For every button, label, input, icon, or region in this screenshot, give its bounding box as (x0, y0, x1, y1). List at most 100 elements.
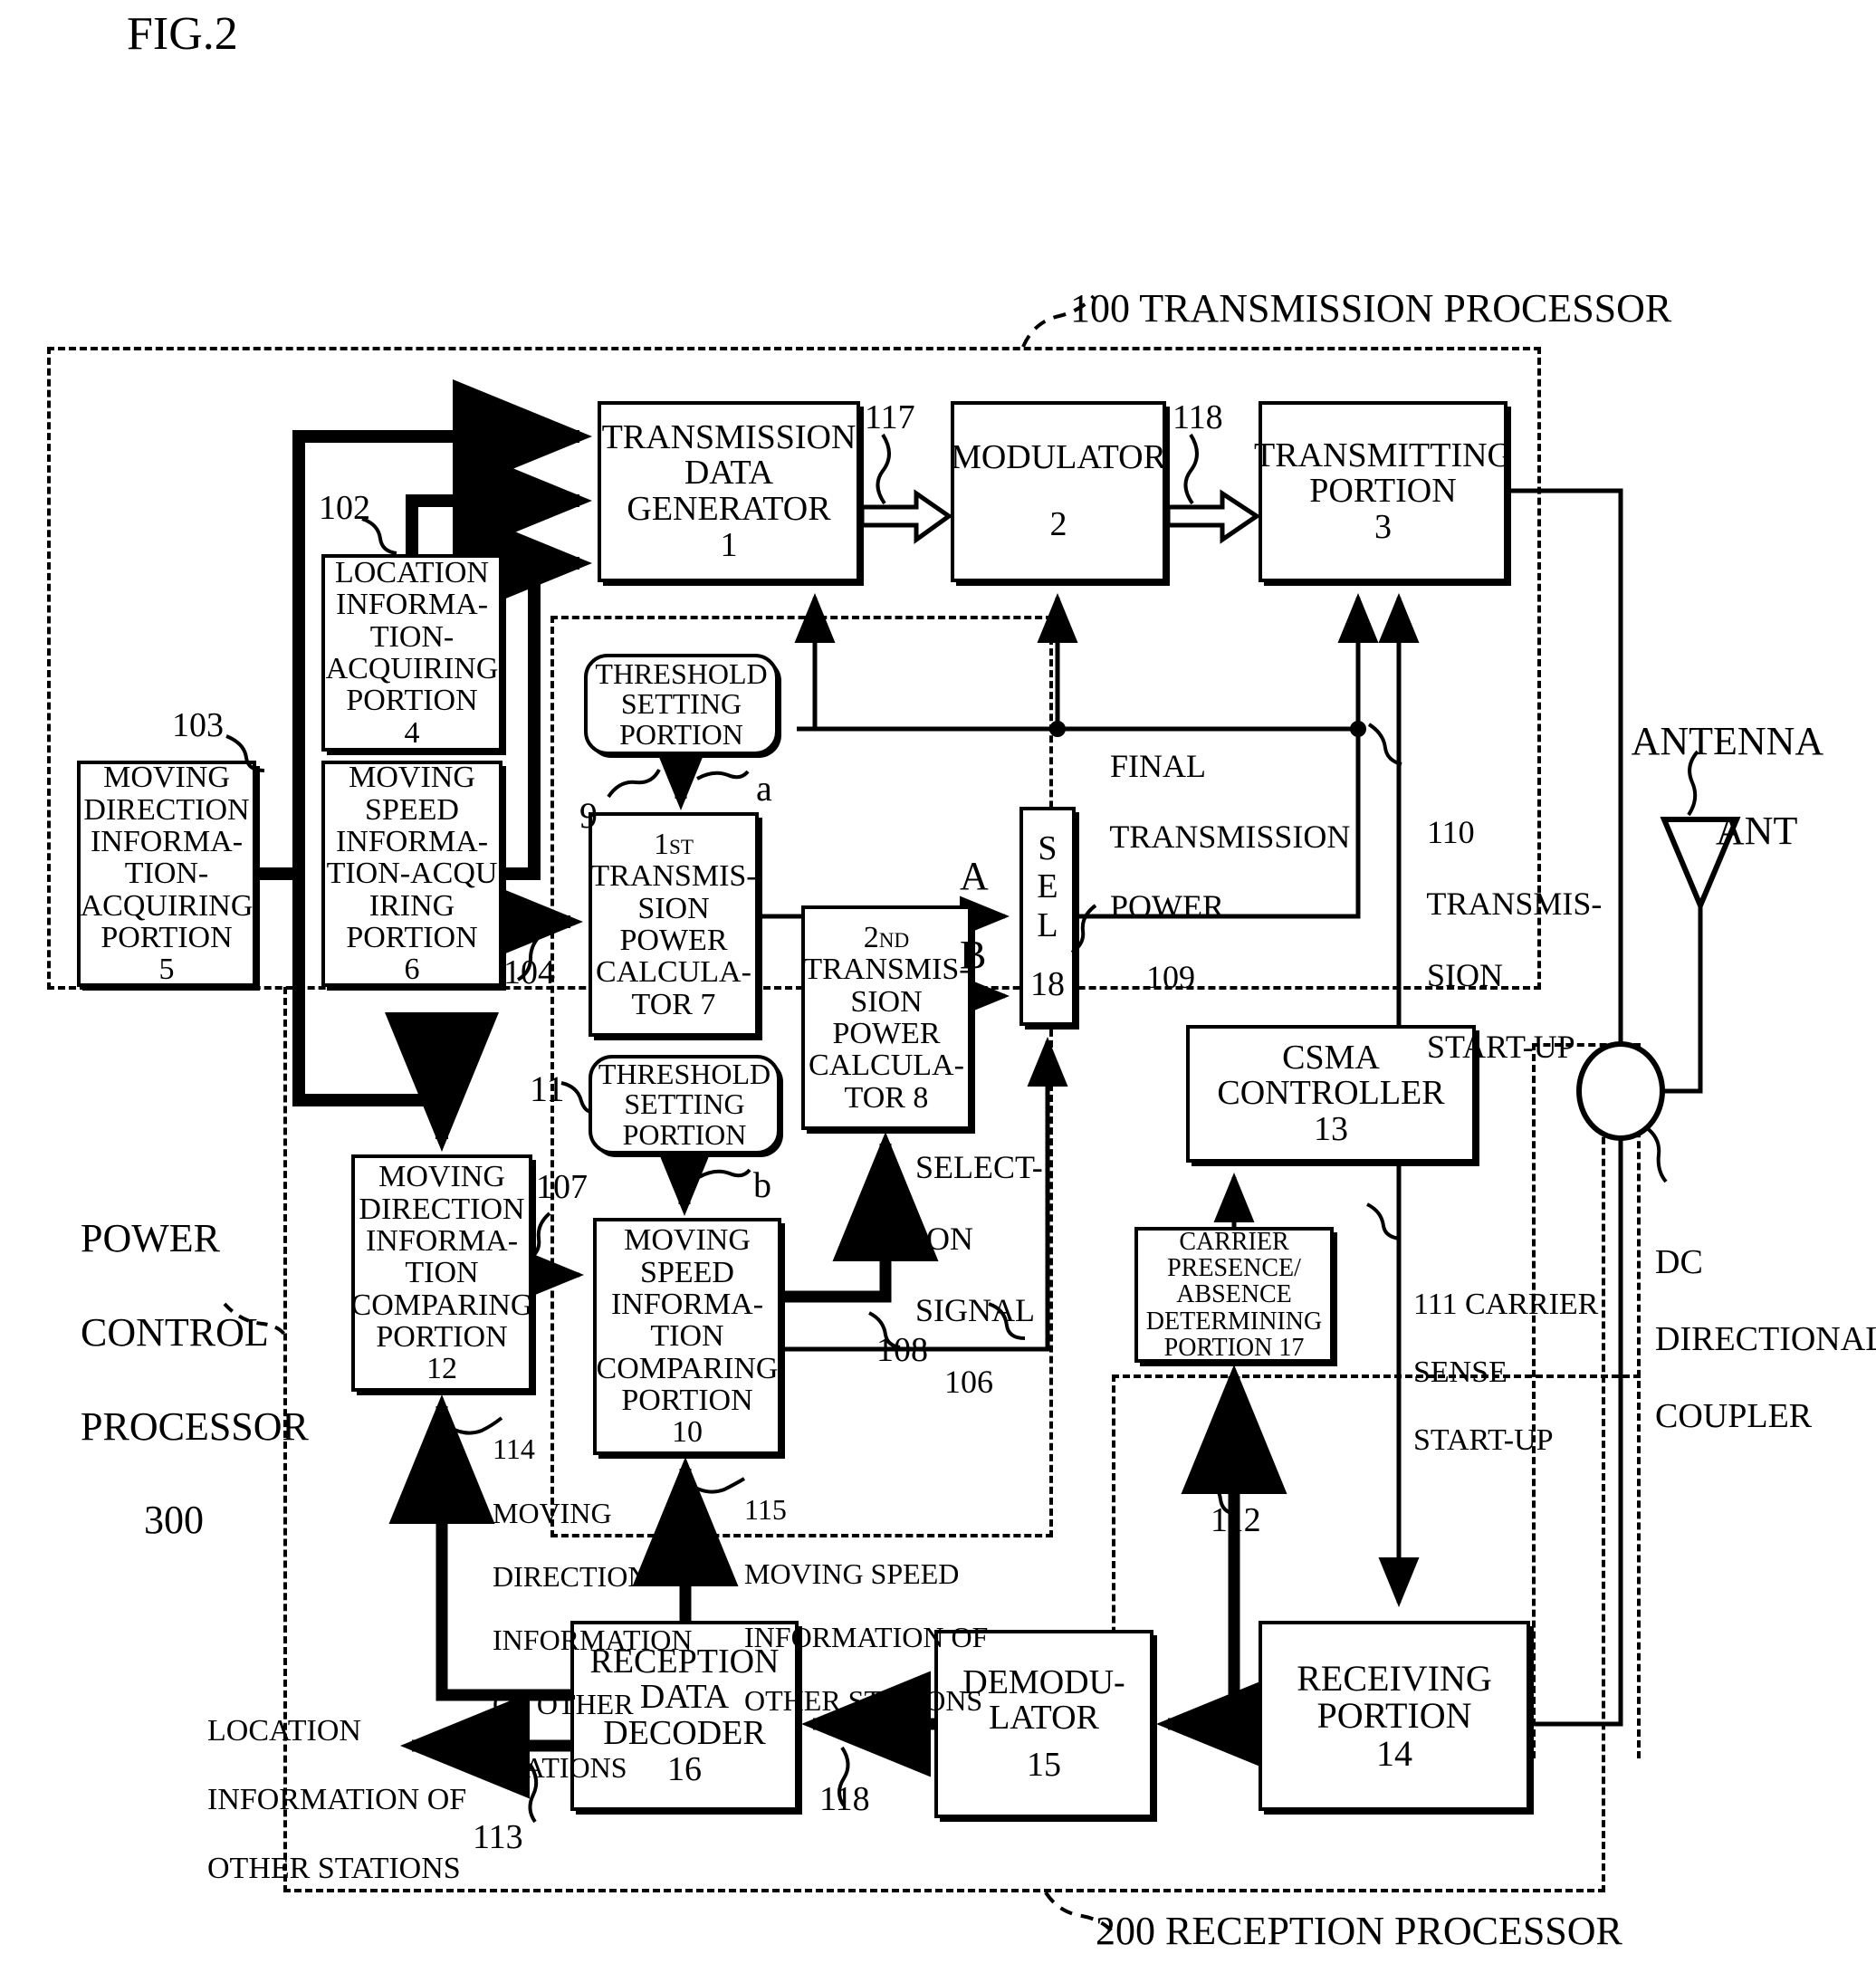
block-receiving-portion[interactable]: RECEIVING PORTION 14 (1259, 1621, 1530, 1811)
power-control-line1: POWER (81, 1215, 220, 1260)
block-label-line: TION- (124, 857, 209, 891)
coupler-line1: DC (1655, 1242, 1703, 1281)
signal-115-line3: OTHER STATIONS (744, 1684, 983, 1718)
label-selection-signal: SELECT- ION SIGNAL 106 (883, 1114, 1043, 1436)
selector-label-s: S (1038, 828, 1058, 867)
block-label-line: SETTING (620, 687, 742, 721)
carrier-sense-line3: START-UP (1413, 1422, 1554, 1457)
block-label-line: TION- (369, 619, 455, 654)
block-threshold-setting-portion-11[interactable]: THRESHOLD SETTING PORTION (589, 1055, 780, 1154)
block-label-line: INFORMA- (335, 824, 489, 858)
label-dc-directional-coupler: DC DIRECTIONAL COUPLER (1621, 1204, 1876, 1474)
block-label-line: THRESHOLD (595, 657, 768, 691)
block-label-line: 1ST (654, 827, 694, 861)
block-ref-number: 5 (158, 953, 175, 987)
block-ref-number: 14 (1376, 1732, 1412, 1774)
block-label-line: RECEIVING (1297, 1657, 1492, 1699)
block-label-line: MOVING (624, 1223, 751, 1258)
block-label-line: PORTION (376, 1320, 508, 1355)
signal-114-line2: DIRECTION (493, 1559, 649, 1593)
block-label-line: PORTION 17 (1163, 1333, 1305, 1362)
label-antenna: ANTENNA ANT (1594, 675, 1824, 897)
block-label-line: TION (650, 1319, 724, 1354)
signal-114-number: 114 (493, 1432, 535, 1466)
block-label-line: SPEED (365, 792, 459, 827)
label-location-info-other-stations: LOCATION INFORMATION OF OTHER STATIONS (177, 1680, 466, 1921)
block-label-line: PORTION (622, 1117, 747, 1151)
block-location-information-acquiring-portion[interactable]: LOCATION INFORMA- TION- ACQUIRING PORTIO… (321, 554, 502, 752)
coupler-line3: COUPLER (1655, 1396, 1813, 1435)
label-moving-speed-info-other-stations: 115 MOVING SPEED INFORMATION OF OTHER ST… (715, 1462, 988, 1749)
block-label-line: IRING (368, 888, 455, 923)
label-moving-direction-info-other-stations: 114 MOVING DIRECTION INFORMATION OF OTHE… (464, 1402, 692, 1815)
block-label-line: LOCATION (335, 555, 489, 589)
block-label-line: ABSENCE (1176, 1280, 1292, 1309)
block-label-line: INFORMA- (610, 1287, 764, 1321)
power-control-line2: CONTROL (81, 1309, 269, 1355)
block-label-line: LATOR (989, 1699, 1099, 1738)
block-label-line: INFORMA- (365, 1223, 519, 1258)
block-selector-18[interactable]: S E L 18 (1019, 807, 1076, 1026)
label-signal-118-bottom: 118 (819, 1780, 870, 1818)
block-threshold-setting-portion-9[interactable]: THRESHOLD SETTING PORTION (584, 654, 779, 755)
block-label-line: TOR 7 (631, 987, 716, 1021)
block-label-line: ACQUIRING (80, 888, 254, 923)
selection-signal-line3: SIGNAL (915, 1291, 1035, 1328)
block-moving-speed-information-acquiring-portion[interactable]: MOVING SPEED INFORMA- TION-ACQU IRING PO… (321, 761, 502, 987)
label-threshold-9: 9 (579, 795, 598, 836)
block-label-line: TION (405, 1256, 479, 1290)
block-ref-number: 2 (1049, 505, 1067, 543)
final-tx-power-line2: TRANSMISSION (1109, 818, 1351, 855)
label-sel-input-b: B (960, 933, 987, 977)
block-label-line: SION (637, 891, 710, 925)
signal-115-line2: INFORMATION OF (744, 1620, 989, 1653)
block-ref-number: 1 (720, 525, 738, 564)
region-reception-processor-bottom (283, 1889, 1605, 1892)
location-info-line3: OTHER STATIONS (207, 1852, 461, 1886)
block-ref-number: 12 (426, 1352, 457, 1386)
block-carrier-presence-absence-determining-portion[interactable]: CARRIER PRESENCE/ ABSENCE DETERMINING PO… (1134, 1227, 1334, 1363)
signal-115-number: 115 (744, 1493, 787, 1527)
block-label-line: INFORMA- (335, 588, 489, 622)
carrier-sense-line1: CARRIER (1464, 1288, 1599, 1322)
location-info-line2: INFORMATION OF (207, 1783, 467, 1817)
block-transmitting-portion[interactable]: TRANSMITTING PORTION 3 (1254, 401, 1512, 582)
block-label-line: DETERMINING (1145, 1307, 1323, 1336)
final-tx-power-line3: POWER (1110, 888, 1224, 925)
block-label-line: PORTION (1316, 1695, 1472, 1737)
block-ref-number: 4 (404, 715, 420, 750)
block-label-line: PORTION (619, 717, 743, 751)
antenna-line2: ANT (1715, 808, 1798, 853)
block-label-line: TRANSMIS- (590, 859, 757, 894)
block-label-line: MOVING (349, 761, 475, 795)
block-label-line: PORTION (346, 921, 478, 955)
label-transmission-processor: 100 TRANSMISSION PROCESSOR (1070, 286, 1672, 330)
block-second-transmission-power-calculator[interactable]: 2ND TRANSMIS- SION POWER CALCULA- TOR 8 (801, 905, 972, 1130)
block-transmission-data-generator[interactable]: TRANSMISSION DATA GENERATOR 1 (598, 401, 860, 582)
block-label-line: COMPARING (596, 1351, 779, 1385)
block-label-line: DATA (684, 454, 774, 493)
label-signal-112: 112 (1211, 1501, 1261, 1539)
block-modulator[interactable]: MODULATOR 2 (951, 401, 1166, 582)
block-label-line: 2ND (863, 920, 910, 954)
block-moving-direction-information-acquiring-portion[interactable]: MOVING DIRECTION INFORMA- TION- ACQUIRIN… (77, 761, 256, 987)
block-label-line: INFORMA- (90, 824, 244, 858)
block-label-line: TION-ACQU (326, 857, 498, 891)
block-moving-direction-information-comparing-portion[interactable]: MOVING DIRECTION INFORMA- TION COMPARING… (351, 1154, 532, 1392)
carrier-sense-number: 111 (1413, 1288, 1458, 1322)
block-label-line: POWER (619, 924, 728, 957)
label-threshold-a: a (756, 768, 772, 809)
block-label-line: MOVING (378, 1160, 505, 1194)
label-threshold-b: b (753, 1164, 771, 1205)
block-label-line: MODULATOR (951, 438, 1166, 477)
selection-signal-number: 106 (944, 1364, 993, 1401)
block-label-line: ACQUIRING (325, 652, 499, 685)
transmission-start-up-number: 110 (1427, 813, 1475, 850)
final-tx-power-number: 109 (1146, 959, 1195, 996)
block-first-transmission-power-calculator[interactable]: 1ST TRANSMIS- SION POWER CALCULA- TOR 7 (589, 812, 759, 1037)
signal-114-line3: INFORMATION (493, 1623, 693, 1657)
power-control-number: 300 (144, 1498, 204, 1543)
transmission-start-up-line3: START-UP (1427, 1029, 1575, 1066)
block-label-line: CALCULA- (809, 1049, 964, 1083)
label-signal-107: 107 (536, 1168, 588, 1206)
